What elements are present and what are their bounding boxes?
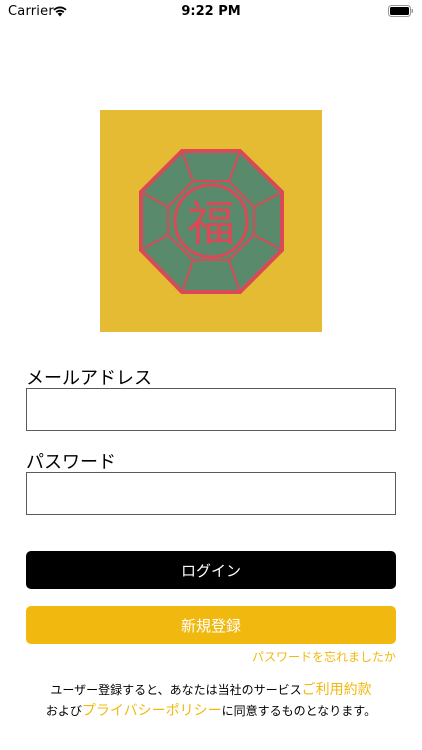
fortune-octagon-logo: 福 <box>100 110 322 332</box>
password-input[interactable] <box>26 472 396 515</box>
register-button[interactable]: 新規登録 <box>26 606 396 644</box>
login-button[interactable]: ログイン <box>26 551 396 589</box>
terms-text-1: ユーザー登録すると、あなたは当社のサービス <box>50 683 302 697</box>
terms-text-2-suffix: に同意するものとなります。 <box>221 704 377 718</box>
logo-glyph: 福 <box>187 196 235 252</box>
password-label: パスワード <box>26 452 116 473</box>
status-bar: Carrier 9:22 PM <box>0 0 422 24</box>
privacy-policy-link[interactable]: プライバシーポリシー <box>82 703 222 719</box>
status-time: 9:22 PM <box>181 4 241 19</box>
battery-icon <box>388 5 413 17</box>
forgot-password-link[interactable]: パスワードを忘れましたか <box>252 648 396 665</box>
terms-text-2-prefix: および <box>45 704 82 718</box>
terms-of-service-link[interactable]: ご利用約款 <box>302 682 372 698</box>
terms-line-1: ユーザー登録すると、あなたは当社のサービスご利用約款 <box>0 680 422 701</box>
email-label: メールアドレス <box>26 368 152 389</box>
email-input[interactable] <box>26 388 396 431</box>
terms-line-2: およびプライバシーポリシーに同意するものとなります。 <box>0 701 422 722</box>
terms-notice: ユーザー登録すると、あなたは当社のサービスご利用約款 およびプライバシーポリシー… <box>0 680 422 722</box>
